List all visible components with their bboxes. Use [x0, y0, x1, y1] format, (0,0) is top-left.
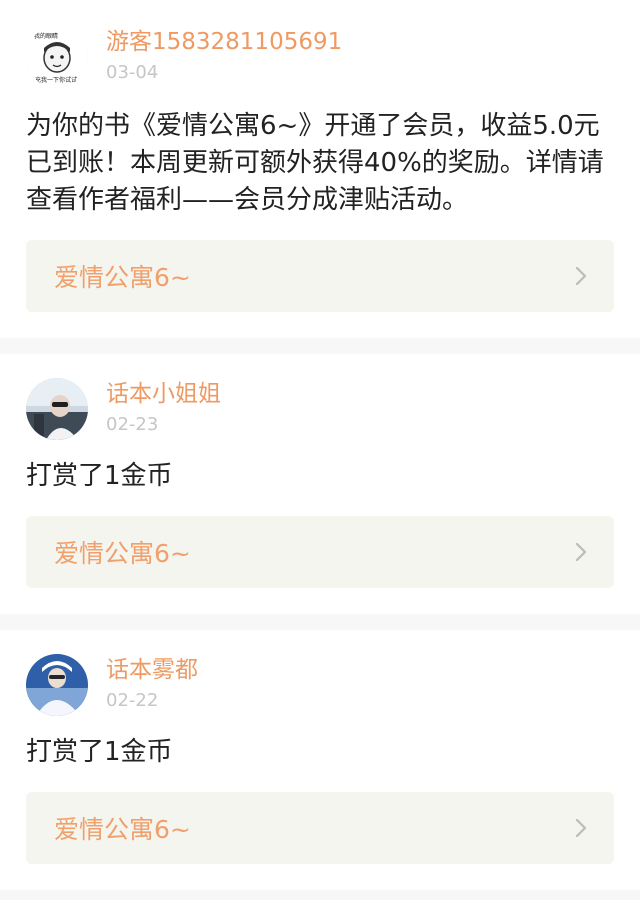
- notification-meta: 游客1583281105691 03-04: [106, 26, 342, 86]
- book-title: 爱情公寓6~: [54, 263, 191, 292]
- book-link[interactable]: 爱情公寓6~: [26, 792, 614, 864]
- avatar[interactable]: 我的眼睛 充我一下你试试: [26, 26, 88, 88]
- chevron-right-icon: [575, 818, 587, 838]
- chevron-right-icon: [575, 542, 587, 562]
- notification-message: 打赏了1金币: [26, 737, 173, 767]
- notification-header: 我的眼睛 充我一下你试试 游客1583281105691 03-04: [26, 26, 614, 88]
- avatar-caption-bottom: 充我一下你试试: [35, 76, 77, 84]
- notification-meta: 话本小姐姐 02-23: [106, 378, 221, 438]
- book-link[interactable]: 爱情公寓6~: [26, 240, 614, 312]
- notification-header: 话本雾都 02-22: [26, 654, 614, 716]
- chevron-right-icon: [575, 266, 587, 286]
- user-name[interactable]: 话本雾都: [106, 655, 198, 685]
- notification-date: 02-23: [106, 414, 159, 435]
- meme-avatar-icon: 我的眼睛 充我一下你试试: [26, 26, 88, 88]
- avatar[interactable]: [26, 378, 88, 440]
- notification-message: 为你的书《爱情公寓6~》开通了会员，收益5.0元已到账！本周更新可额外获得40%…: [26, 111, 604, 215]
- notification-card: 话本小姐姐 02-23 打赏了1金币 爱情公寓6~: [0, 354, 640, 614]
- photo-avatar-icon: [26, 378, 88, 440]
- notification-feed: 我的眼睛 充我一下你试试 游客1583281105691 03-04 为你的书《…: [0, 0, 640, 890]
- notification-message: 打赏了1金币: [26, 461, 173, 491]
- notification-card: 我的眼睛 充我一下你试试 游客1583281105691 03-04 为你的书《…: [0, 0, 640, 338]
- notification-date: 02-22: [106, 690, 159, 711]
- photo-avatar-icon: [26, 654, 88, 716]
- user-name[interactable]: 话本小姐姐: [106, 379, 221, 409]
- notification-card: 话本雾都 02-22 打赏了1金币 爱情公寓6~: [0, 630, 640, 890]
- notification-meta: 话本雾都 02-22: [106, 654, 198, 714]
- avatar-caption-top: 我的眼睛: [34, 32, 58, 40]
- user-name[interactable]: 游客1583281105691: [106, 27, 342, 57]
- notification-header: 话本小姐姐 02-23: [26, 378, 614, 440]
- book-link[interactable]: 爱情公寓6~: [26, 516, 614, 588]
- avatar[interactable]: [26, 654, 88, 716]
- book-title: 爱情公寓6~: [54, 815, 191, 844]
- book-title: 爱情公寓6~: [54, 539, 191, 568]
- notification-date: 03-04: [106, 62, 159, 83]
